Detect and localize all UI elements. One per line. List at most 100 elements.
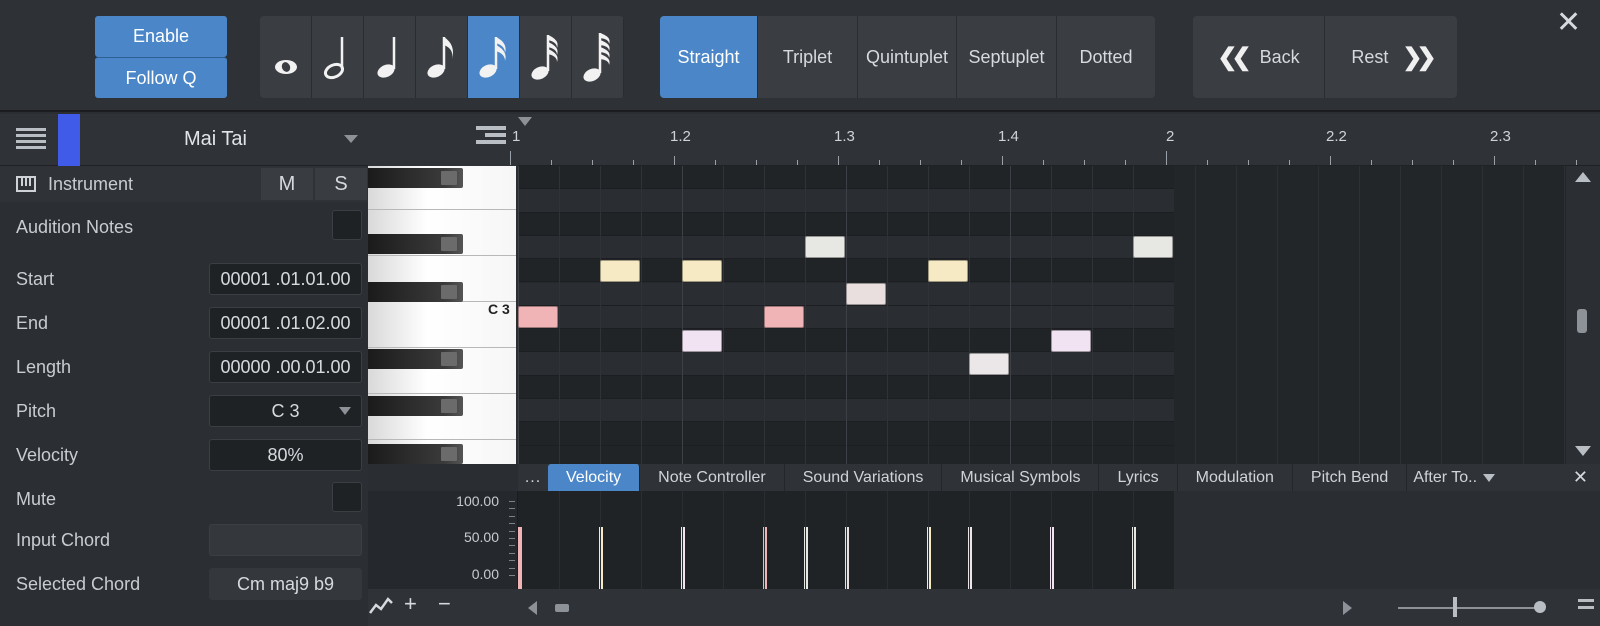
velocity-scale-tick bbox=[509, 560, 515, 562]
bottom-bar: + − bbox=[368, 589, 1600, 626]
back-button[interactable]: ❮❮ Back bbox=[1193, 16, 1325, 98]
midi-note[interactable] bbox=[969, 352, 1009, 375]
midi-note[interactable] bbox=[764, 306, 804, 329]
mute-button[interactable]: M bbox=[261, 168, 313, 200]
scroll-down-icon[interactable] bbox=[1575, 446, 1591, 456]
sixty-fourth-note-button[interactable] bbox=[572, 16, 624, 98]
midi-note[interactable] bbox=[846, 283, 886, 305]
midi-note[interactable] bbox=[805, 236, 845, 259]
black-key[interactable] bbox=[368, 234, 463, 254]
timeline-ruler[interactable]: 1 1.2 1.3 1.4 2 2.2 2.3 bbox=[510, 114, 1600, 166]
grid-line bbox=[969, 166, 970, 464]
tab-modulation[interactable]: Modulation bbox=[1178, 464, 1293, 491]
midi-note[interactable] bbox=[1133, 236, 1173, 259]
black-key[interactable] bbox=[368, 282, 463, 302]
velocity-scale-tick bbox=[509, 545, 515, 547]
playhead-marker[interactable] bbox=[518, 117, 532, 126]
velocity-field[interactable]: 80% bbox=[209, 439, 362, 471]
black-key[interactable] bbox=[368, 168, 463, 188]
more-lanes-button[interactable]: ... bbox=[518, 469, 548, 487]
tab-note-controller[interactable]: Note Controller bbox=[640, 464, 785, 491]
scroll-left-icon[interactable] bbox=[528, 601, 537, 615]
input-chord-field[interactable] bbox=[209, 524, 362, 556]
double-chevron-left-icon: ❮❮ bbox=[1217, 43, 1251, 71]
tab-sound-variations[interactable]: Sound Variations bbox=[785, 464, 943, 491]
grid-line bbox=[1133, 491, 1134, 589]
septuplet-button[interactable]: Septuplet bbox=[957, 16, 1057, 98]
tab-pitch-bend[interactable]: Pitch Bend bbox=[1293, 464, 1408, 491]
midi-note[interactable] bbox=[518, 306, 558, 329]
velocity-scale-tick bbox=[509, 575, 515, 576]
black-key[interactable] bbox=[368, 444, 463, 464]
ruler-tick bbox=[1125, 160, 1126, 165]
triplet-button[interactable]: Triplet bbox=[758, 16, 858, 98]
quarter-note-button[interactable] bbox=[364, 16, 416, 98]
tab-lyrics[interactable]: Lyrics bbox=[1099, 464, 1178, 491]
ruler-tick bbox=[920, 160, 921, 165]
velocity-lane[interactable] bbox=[518, 491, 1175, 589]
scroll-right-icon[interactable] bbox=[1343, 601, 1352, 615]
length-field[interactable]: 00000 .00.01.00 bbox=[209, 351, 362, 383]
velocity-bar[interactable] bbox=[518, 526, 522, 589]
quintuplet-button[interactable]: Quintuplet bbox=[858, 16, 957, 98]
audition-notes-checkbox[interactable] bbox=[332, 210, 362, 240]
horizontal-zoom-slider[interactable] bbox=[1398, 607, 1538, 609]
scroll-up-icon[interactable] bbox=[1575, 172, 1591, 182]
solo-button[interactable]: S bbox=[315, 168, 367, 200]
start-row: Start 00001 .01.01.00 bbox=[0, 258, 368, 302]
note-grid-outside-range[interactable] bbox=[1174, 166, 1566, 464]
grid-line bbox=[1051, 166, 1052, 464]
midi-note[interactable] bbox=[682, 329, 722, 352]
dotted-button[interactable]: Dotted bbox=[1057, 16, 1155, 98]
list-view-icon[interactable] bbox=[476, 126, 506, 152]
black-key[interactable] bbox=[368, 396, 463, 416]
pitch-select[interactable]: C 3 bbox=[209, 395, 362, 427]
rest-button[interactable]: Rest ❯❯ bbox=[1325, 16, 1457, 98]
vertical-scroll-thumb[interactable] bbox=[1577, 309, 1587, 333]
zoom-slider-end[interactable] bbox=[1534, 601, 1546, 613]
track-dropdown-icon[interactable] bbox=[344, 135, 358, 143]
tab-musical-symbols[interactable]: Musical Symbols bbox=[942, 464, 1100, 491]
track-color-swatch[interactable] bbox=[58, 114, 80, 166]
enable-button[interactable]: Enable bbox=[95, 16, 227, 57]
ruler-label: 2.3 bbox=[1490, 128, 1511, 145]
grid-line bbox=[1195, 166, 1196, 464]
track-name[interactable]: Mai Tai bbox=[184, 128, 247, 151]
tab-velocity[interactable]: Velocity bbox=[548, 464, 641, 491]
vertical-scrollbar[interactable] bbox=[1566, 166, 1600, 464]
close-lane-icon[interactable]: ✕ bbox=[1573, 467, 1588, 488]
follow-q-button[interactable]: Follow Q bbox=[95, 57, 227, 98]
black-key[interactable] bbox=[368, 349, 463, 369]
tab-aftertouch[interactable]: After To.. bbox=[1407, 464, 1501, 491]
midi-note[interactable] bbox=[600, 259, 640, 282]
automation-curve-icon[interactable] bbox=[368, 593, 394, 625]
ruler-tick bbox=[551, 160, 552, 165]
resize-grip-icon[interactable] bbox=[1578, 599, 1594, 617]
note-grid[interactable] bbox=[518, 166, 1174, 464]
ruler-label: 2 bbox=[1166, 128, 1175, 145]
velocity-scale-tick bbox=[509, 501, 515, 502]
add-lane-icon[interactable]: + bbox=[404, 591, 417, 617]
midi-note[interactable] bbox=[928, 259, 968, 282]
start-field[interactable]: 00001 .01.01.00 bbox=[209, 263, 362, 295]
velocity-scale-max: 100.00 bbox=[456, 493, 499, 509]
mute-checkbox[interactable] bbox=[332, 482, 362, 512]
velocity-scale-tick bbox=[509, 552, 515, 554]
remove-lane-icon[interactable]: − bbox=[438, 591, 451, 617]
midi-note[interactable] bbox=[682, 259, 722, 282]
automation-lane-tabs: ... Velocity Note Controller Sound Varia… bbox=[518, 464, 1600, 491]
thirty-second-note-button[interactable] bbox=[520, 16, 572, 98]
half-note-button[interactable] bbox=[312, 16, 364, 98]
eighth-note-button[interactable] bbox=[416, 16, 468, 98]
whole-note-button[interactable] bbox=[260, 16, 312, 98]
close-icon[interactable]: ✕ bbox=[1556, 8, 1581, 38]
menu-icon[interactable] bbox=[16, 128, 46, 150]
end-field[interactable]: 00001 .01.02.00 bbox=[209, 307, 362, 339]
ruler-tick bbox=[1289, 160, 1290, 165]
zoom-slider-handle[interactable] bbox=[1453, 597, 1457, 617]
straight-button[interactable]: Straight bbox=[660, 16, 758, 98]
piano-keyboard[interactable]: C 3 bbox=[368, 166, 516, 464]
midi-note[interactable] bbox=[1051, 329, 1091, 352]
horizontal-scroll-thumb[interactable] bbox=[555, 604, 569, 612]
sixteenth-note-button[interactable] bbox=[468, 16, 520, 98]
